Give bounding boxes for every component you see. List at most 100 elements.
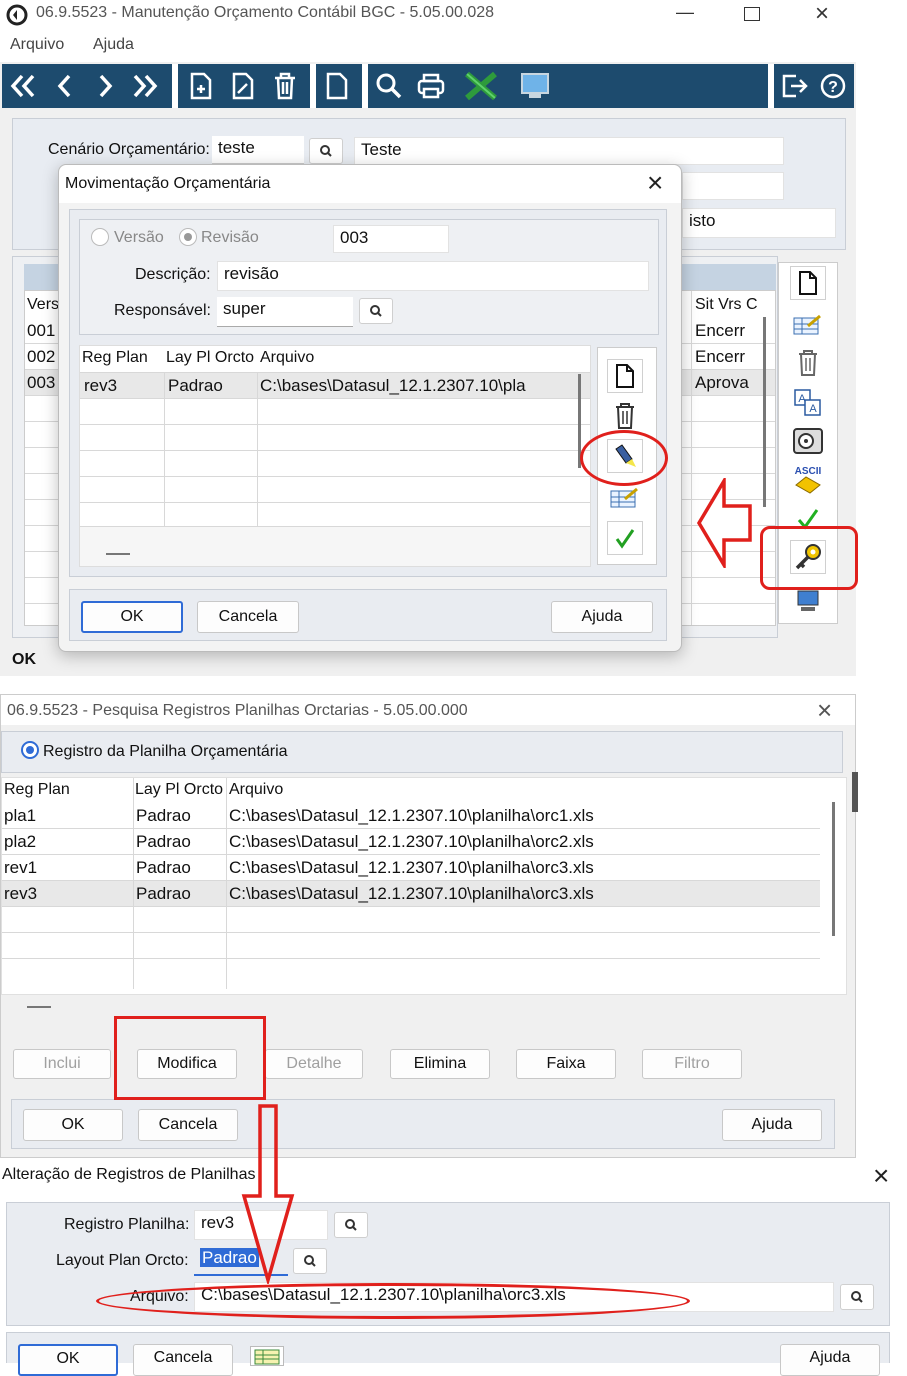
registro-search-button[interactable] <box>334 1212 368 1238</box>
spreadsheet-icon[interactable] <box>250 1346 284 1366</box>
table-row[interactable] <box>80 425 590 451</box>
search-icon[interactable] <box>370 67 408 105</box>
menu-arquivo[interactable]: Arquivo <box>10 36 64 54</box>
annotation-arrow-down <box>241 1104 295 1284</box>
layout-search-button[interactable] <box>293 1248 327 1274</box>
new-document-icon[interactable] <box>607 359 643 393</box>
search-icon <box>851 1291 863 1303</box>
close-icon[interactable]: × <box>873 1160 889 1192</box>
grid-divider <box>691 291 692 625</box>
last-record-icon[interactable] <box>126 67 164 105</box>
alteracao-dialog: Alteração de Registros de Planilhas × Re… <box>0 1160 907 1376</box>
descricao-field[interactable]: revisão <box>217 261 649 291</box>
print-icon[interactable] <box>412 67 450 105</box>
dialog-title: Movimentação Orçamentária <box>65 175 271 192</box>
safe-icon[interactable] <box>790 424 826 458</box>
cenario-field[interactable]: teste <box>212 136 304 164</box>
trash-icon[interactable] <box>790 346 826 380</box>
trash-icon[interactable] <box>607 399 643 433</box>
radio-versao-label: Versão <box>114 229 164 246</box>
edit-spreadsheet-icon[interactable] <box>607 481 643 515</box>
elimina-button[interactable]: Elimina <box>390 1049 490 1079</box>
registros-grid[interactable]: Reg Plan Lay Pl Orcto Arquivo pla1 Padrao… <box>1 777 847 995</box>
delete-icon[interactable] <box>266 67 304 105</box>
prev-record-icon[interactable] <box>46 67 84 105</box>
responsavel-field[interactable]: super <box>217 297 353 327</box>
grid-hscroll-thumb[interactable] <box>106 553 130 555</box>
help-icon[interactable]: ? <box>814 67 852 105</box>
help-button[interactable]: Ajuda <box>780 1344 880 1376</box>
monitor-icon[interactable] <box>516 67 554 105</box>
grid-scrollbar[interactable] <box>763 317 766 507</box>
cancel-button[interactable]: Cancela <box>138 1109 238 1141</box>
table-row[interactable] <box>80 399 590 425</box>
table-row[interactable]: rev3 Padrao C:\bases\Datasul_12.1.2307.10\… <box>2 881 820 907</box>
close-icon[interactable]: × <box>817 695 832 726</box>
col-versao: Vers <box>27 296 60 313</box>
planilhas-grid[interactable]: Reg Plan Lay Pl Orcto Arquivo rev3 Padra… <box>79 345 591 567</box>
radio-versao[interactable] <box>91 228 109 246</box>
background-strip <box>856 694 907 1158</box>
copy-document-icon[interactable] <box>318 67 356 105</box>
responsavel-search-button[interactable] <box>359 298 393 324</box>
movimentacao-dialog: Movimentação Orçamentária × Versão Revis… <box>58 164 682 652</box>
exit-icon[interactable] <box>776 67 814 105</box>
annotation-ellipse-arquivo <box>96 1283 690 1319</box>
cenario-search-button[interactable] <box>309 138 343 164</box>
background-strip-dark <box>852 772 858 812</box>
radio-registro[interactable] <box>21 741 39 759</box>
help-button[interactable]: Ajuda <box>551 601 653 633</box>
table-row[interactable] <box>2 959 820 981</box>
header-field-3: isto <box>682 208 836 238</box>
grid-divider <box>164 373 165 527</box>
grid-vscroll-thumb[interactable] <box>832 802 835 936</box>
table-row[interactable]: pla1 Padrao C:\bases\Datasul_12.1.2307.10\… <box>2 803 820 829</box>
first-record-icon[interactable] <box>4 67 42 105</box>
table-row[interactable] <box>2 907 820 933</box>
minimize-icon[interactable]: — <box>676 2 694 23</box>
menu-ajuda[interactable]: Ajuda <box>93 36 134 54</box>
check-icon[interactable] <box>607 521 643 555</box>
app-logo-icon <box>6 4 28 26</box>
maximize-icon[interactable] <box>744 7 760 21</box>
close-icon[interactable]: × <box>815 0 829 28</box>
edit-document-icon[interactable] <box>224 67 262 105</box>
cancel-button[interactable]: Cancela <box>197 601 299 633</box>
table-row[interactable]: pla2 Padrao C:\bases\Datasul_12.1.2307.10\… <box>2 829 820 855</box>
translate-icon[interactable]: AA <box>790 386 826 420</box>
table-row[interactable]: rev1 Padrao C:\bases\Datasul_12.1.2307.10\… <box>2 855 820 881</box>
radio-revisao[interactable] <box>179 228 197 246</box>
table-row[interactable] <box>2 933 820 959</box>
inclui-button[interactable]: Inclui <box>13 1049 111 1079</box>
filtro-button[interactable]: Filtro <box>642 1049 742 1079</box>
revision-number-field: 003 <box>333 225 449 253</box>
help-button[interactable]: Ajuda <box>722 1109 822 1141</box>
toolbar: ? <box>2 64 854 108</box>
detalhe-button[interactable]: Detalhe <box>265 1049 363 1079</box>
faixa-button[interactable]: Faixa <box>516 1049 616 1079</box>
header-field-2 <box>682 172 784 200</box>
ascii-icon[interactable]: ASCII <box>790 462 826 496</box>
ok-button[interactable]: OK <box>23 1109 123 1141</box>
svg-text:?: ? <box>828 79 838 96</box>
excel-icon[interactable] <box>462 67 500 105</box>
grid-hscroll-thumb[interactable] <box>27 1006 51 1008</box>
ok-button[interactable]: OK <box>18 1344 118 1376</box>
add-document-icon[interactable] <box>182 67 220 105</box>
table-row[interactable] <box>80 451 590 477</box>
table-row[interactable] <box>80 503 590 527</box>
new-document-icon[interactable] <box>790 266 826 300</box>
cancel-button[interactable]: Cancela <box>133 1344 233 1376</box>
toolbar-separator <box>310 64 316 108</box>
grid-divider <box>133 778 134 989</box>
close-icon[interactable]: × <box>647 167 663 199</box>
table-row[interactable] <box>80 477 590 503</box>
annotation-rect-key <box>760 526 858 590</box>
edit-spreadsheet-icon[interactable] <box>790 308 826 342</box>
arquivo-search-button[interactable] <box>840 1284 874 1310</box>
table-row[interactable]: rev3 Padrao C:\bases\Datasul_12.1.2307.1… <box>80 373 590 399</box>
menu-bar: Arquivo Ajuda <box>0 30 856 62</box>
next-record-icon[interactable] <box>86 67 124 105</box>
search-icon <box>320 145 332 157</box>
ok-button[interactable]: OK <box>81 601 183 633</box>
